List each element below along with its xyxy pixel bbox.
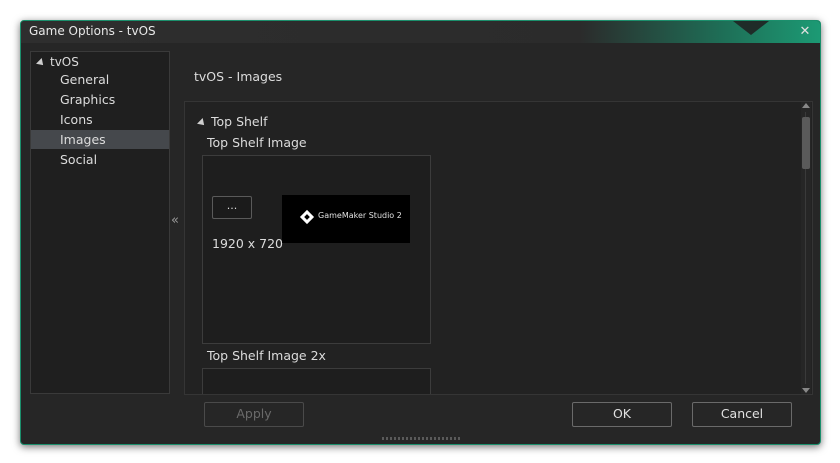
expand-triangle-icon[interactable] [36, 57, 46, 68]
preview-logo-text: GameMaker Studio 2 [318, 211, 402, 220]
images-content-panel: Top Shelf Top Shelf Image ... 1920 x 720… [184, 101, 813, 395]
tree-item-social[interactable]: Social [31, 150, 169, 169]
image-dimensions: 1920 x 720 [212, 236, 284, 251]
game-options-dialog: Game Options - tvOS ✕ tvOS General Graph… [20, 20, 821, 445]
top-shelf-image-2x-box [202, 368, 431, 394]
tree-item-icons[interactable]: Icons [31, 110, 169, 129]
scroll-down-icon[interactable] [802, 388, 810, 393]
panel-title: tvOS - Images [194, 69, 283, 84]
top-shelf-image-2x-label: Top Shelf Image 2x [207, 348, 326, 363]
vertical-scrollbar[interactable] [801, 102, 811, 394]
settings-tree: tvOS General Graphics Icons Images Socia… [30, 51, 170, 394]
section-collapse-triangle-icon[interactable] [197, 117, 207, 128]
tree-item-images[interactable]: Images [31, 130, 169, 149]
cancel-button[interactable]: Cancel [692, 402, 792, 427]
top-shelf-image-preview[interactable]: GameMaker Studio 2 [282, 195, 410, 243]
collapse-sidebar-icon[interactable]: « [171, 213, 179, 228]
tree-root-label: tvOS [50, 55, 79, 69]
section-top-shelf[interactable]: Top Shelf [197, 114, 268, 129]
tree-item-general[interactable]: General [31, 70, 169, 89]
tree-root-tvos[interactable]: tvOS [36, 55, 79, 69]
tree-item-graphics[interactable]: Graphics [31, 90, 169, 109]
title-notch-decoration [733, 21, 769, 35]
title-bar[interactable]: Game Options - tvOS ✕ [21, 21, 820, 43]
browse-image-button[interactable]: ... [212, 196, 252, 219]
apply-button[interactable]: Apply [204, 402, 304, 427]
scroll-up-icon[interactable] [802, 103, 810, 108]
scroll-thumb[interactable] [802, 117, 810, 169]
close-button[interactable]: ✕ [790, 21, 820, 43]
top-shelf-image-box: ... 1920 x 720 GameMaker Studio 2 [202, 155, 431, 344]
dialog-title: Game Options - tvOS [29, 24, 156, 38]
gamemaker-logo-icon [299, 209, 315, 225]
resize-grip[interactable] [382, 437, 460, 440]
ok-button[interactable]: OK [572, 402, 672, 427]
top-shelf-image-label: Top Shelf Image [207, 135, 307, 150]
section-title: Top Shelf [211, 114, 268, 129]
